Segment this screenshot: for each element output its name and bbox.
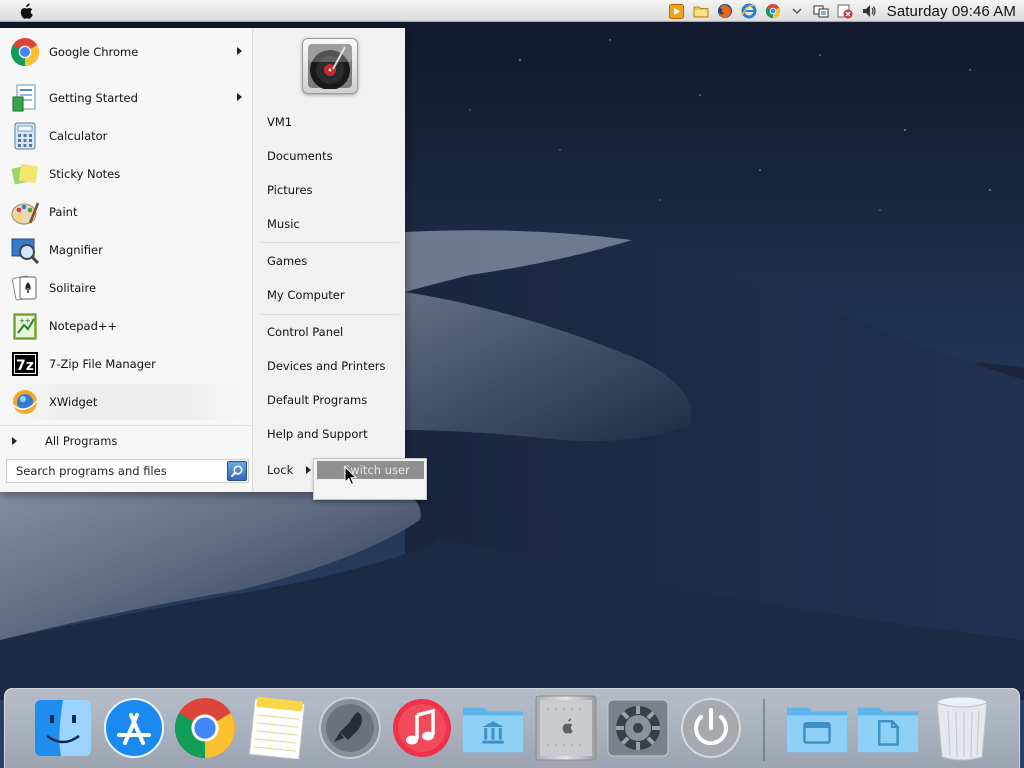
lock-button[interactable]: Lock xyxy=(261,458,317,482)
programs-pane: Google Chrome Getting Started Calculator… xyxy=(0,28,253,492)
xwidget-icon xyxy=(9,386,41,418)
network-icon[interactable] xyxy=(813,3,829,19)
place-item-default-programs[interactable]: Default Programs xyxy=(267,389,399,411)
place-item-control-panel[interactable]: Control Panel xyxy=(267,321,399,343)
getting-started-icon xyxy=(9,82,41,114)
chrome-icon xyxy=(9,36,41,68)
submenu-arrow-icon xyxy=(237,47,242,55)
lock-label: Lock xyxy=(267,463,294,477)
magnifier-icon xyxy=(9,234,41,266)
menubar-clock[interactable]: Saturday 09:46 AM xyxy=(887,3,1016,20)
menu-separator xyxy=(259,242,399,243)
search-input[interactable] xyxy=(7,461,217,481)
chevron-down-icon[interactable] xyxy=(789,3,805,19)
program-item-sticky-notes[interactable]: Sticky Notes xyxy=(6,156,248,192)
expand-arrow-icon xyxy=(12,436,17,445)
paint-icon xyxy=(9,196,41,228)
finder-icon[interactable] xyxy=(31,695,95,761)
program-label: Calculator xyxy=(49,129,108,143)
system-preferences-icon[interactable] xyxy=(606,695,670,761)
dock-separator xyxy=(763,699,765,761)
program-item-google-chrome[interactable]: Google Chrome xyxy=(6,34,248,70)
chrome-icon[interactable] xyxy=(173,695,237,761)
sticky-notes-icon xyxy=(9,158,41,190)
mac-pro-icon[interactable] xyxy=(534,695,598,761)
documents-folder-icon[interactable] xyxy=(785,695,849,761)
menu-separator xyxy=(259,314,399,315)
place-item-devices-and-printers[interactable]: Devices and Printers xyxy=(267,355,399,377)
all-programs-label: All Programs xyxy=(45,433,118,448)
folder-icon[interactable] xyxy=(693,3,709,19)
place-item-music[interactable]: Music xyxy=(267,213,399,235)
chrome-icon[interactable] xyxy=(765,3,781,19)
program-item-xwidget[interactable]: XWidget xyxy=(6,384,248,420)
program-item-calculator[interactable]: Calculator xyxy=(6,118,248,154)
ie-icon[interactable] xyxy=(741,3,757,19)
itunes-icon[interactable] xyxy=(390,695,454,761)
launchpad-icon[interactable] xyxy=(318,695,382,761)
top-menu-bar: Saturday 09:46 AM xyxy=(0,0,1024,22)
place-item-my-computer[interactable]: My Computer xyxy=(267,284,399,306)
program-label: Solitaire xyxy=(49,281,97,295)
dock xyxy=(4,688,1020,768)
program-label: Sticky Notes xyxy=(49,167,121,181)
program-item-7zip-file-manager[interactable]: 7z 7-Zip File Manager xyxy=(6,346,248,382)
program-label: Google Chrome xyxy=(49,45,139,59)
search-box xyxy=(6,459,249,483)
program-item-notepad-plus-plus[interactable]: ++ Notepad++ xyxy=(6,308,248,344)
7zip-icon: 7z xyxy=(9,348,41,380)
program-item-solitaire[interactable]: Solitaire xyxy=(6,270,248,306)
program-item-magnifier[interactable]: Magnifier xyxy=(6,232,248,268)
lock-submenu: Switch user xyxy=(313,458,427,500)
calculator-icon xyxy=(9,120,41,152)
security-icon[interactable] xyxy=(837,3,853,19)
notepad-plus-icon: ++ xyxy=(9,310,41,342)
place-item-documents[interactable]: Documents xyxy=(267,145,399,167)
place-item-help-and-support[interactable]: Help and Support xyxy=(267,423,399,445)
program-label: Getting Started xyxy=(49,91,138,105)
svg-text:++: ++ xyxy=(19,317,31,325)
program-label: Magnifier xyxy=(49,243,103,257)
apple-logo-icon[interactable] xyxy=(18,2,36,20)
media-player-icon[interactable] xyxy=(669,3,685,19)
program-label: Notepad++ xyxy=(49,319,118,333)
user-avatar[interactable] xyxy=(302,38,358,94)
applications-folder-icon[interactable] xyxy=(461,695,525,761)
place-item-pictures[interactable]: Pictures xyxy=(267,179,399,201)
submenu-arrow-icon xyxy=(237,93,242,101)
files-folder-icon[interactable] xyxy=(856,695,920,761)
places-pane: VM1 Documents Pictures Music Games My Co… xyxy=(253,28,405,492)
trash-icon[interactable] xyxy=(930,695,994,761)
notes-icon[interactable] xyxy=(245,695,309,761)
firefox-icon[interactable] xyxy=(717,3,733,19)
search-icon xyxy=(230,465,243,478)
program-label: Paint xyxy=(49,205,78,219)
program-item-getting-started[interactable]: Getting Started xyxy=(6,80,248,116)
app-store-icon[interactable] xyxy=(102,695,166,761)
start-menu: Google Chrome Getting Started Calculator… xyxy=(0,28,405,492)
program-item-paint[interactable]: Paint xyxy=(6,194,248,230)
mouse-cursor-icon xyxy=(344,466,358,486)
power-icon[interactable] xyxy=(679,695,743,761)
program-label: XWidget xyxy=(49,395,98,409)
switch-user-menu-item[interactable]: Switch user xyxy=(317,461,424,479)
place-item-vm1[interactable]: VM1 xyxy=(267,111,399,133)
system-tray: Saturday 09:46 AM xyxy=(661,0,1016,22)
search-button[interactable] xyxy=(227,461,247,481)
submenu-arrow-icon[interactable] xyxy=(306,466,311,474)
volume-icon[interactable] xyxy=(861,3,877,19)
turntable-icon xyxy=(308,44,352,89)
solitaire-icon xyxy=(9,272,41,304)
place-item-games[interactable]: Games xyxy=(267,250,399,272)
svg-text:7z: 7z xyxy=(16,358,34,374)
program-label: 7-Zip File Manager xyxy=(49,357,156,371)
all-programs-button[interactable]: All Programs xyxy=(0,425,253,455)
